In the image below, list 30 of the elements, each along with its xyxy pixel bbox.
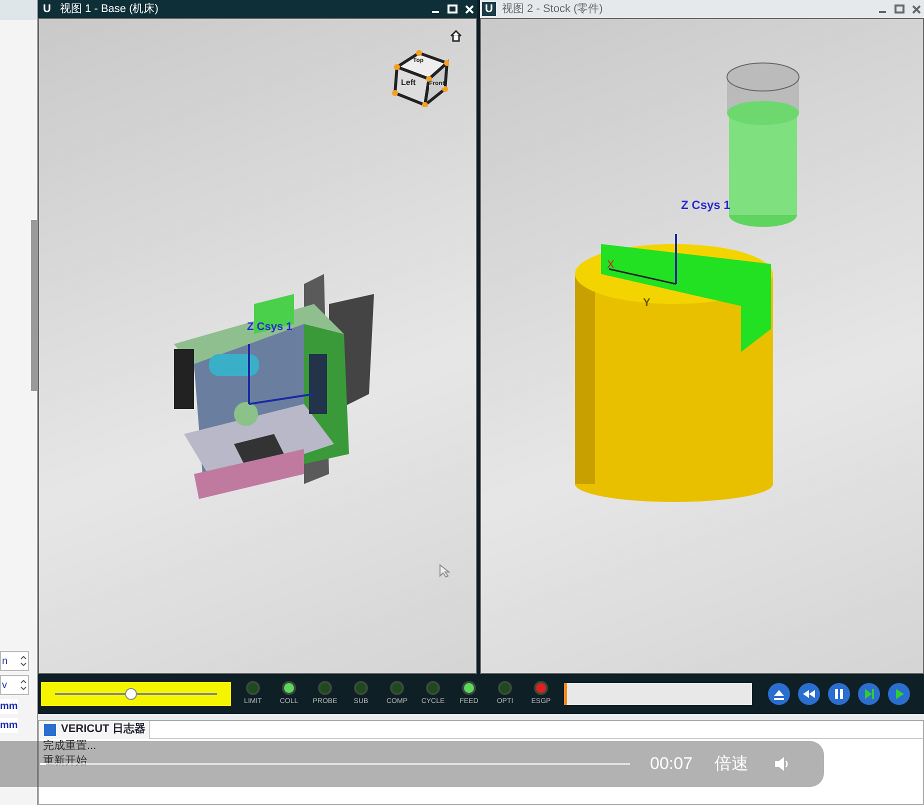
log-line: 完成重置...	[43, 739, 96, 754]
home-icon[interactable]	[449, 29, 463, 43]
axis-label: Z Csys 1	[247, 320, 292, 335]
playback-button[interactable]	[828, 683, 850, 705]
panel-header	[0, 0, 37, 20]
playback-button[interactable]	[888, 683, 910, 705]
axis-label: X	[607, 258, 614, 273]
scrollbar[interactable]	[31, 220, 37, 391]
slider[interactable]	[40, 681, 232, 707]
window-title: 视图 1 - Base (机床)	[60, 2, 160, 17]
spinner-icon[interactable]	[20, 679, 27, 691]
app-icon: U	[482, 2, 496, 16]
log-line: 重新开始	[43, 754, 87, 769]
log-tab[interactable]: VERICUT 日志器	[39, 720, 150, 738]
window-title: 视图 2 - Stock (零件)	[502, 2, 604, 17]
input-field[interactable]: v	[0, 675, 29, 695]
axis-label: Y	[643, 296, 650, 311]
slider-thumb[interactable]	[125, 688, 138, 700]
unit-label: mm	[0, 699, 18, 714]
cube-face-label: Left	[401, 77, 416, 89]
log-icon	[43, 722, 57, 736]
unit-label: mm	[0, 718, 18, 733]
spinner-icon[interactable]	[20, 655, 27, 667]
input-field[interactable]: n	[0, 651, 29, 671]
time-label: 00:07	[650, 753, 693, 776]
playback-button[interactable]	[798, 683, 820, 705]
playback-button[interactable]	[768, 683, 790, 705]
playback-button[interactable]	[858, 683, 880, 705]
cursor-icon	[439, 564, 451, 578]
axis-label: Z Csys 1	[681, 197, 730, 214]
